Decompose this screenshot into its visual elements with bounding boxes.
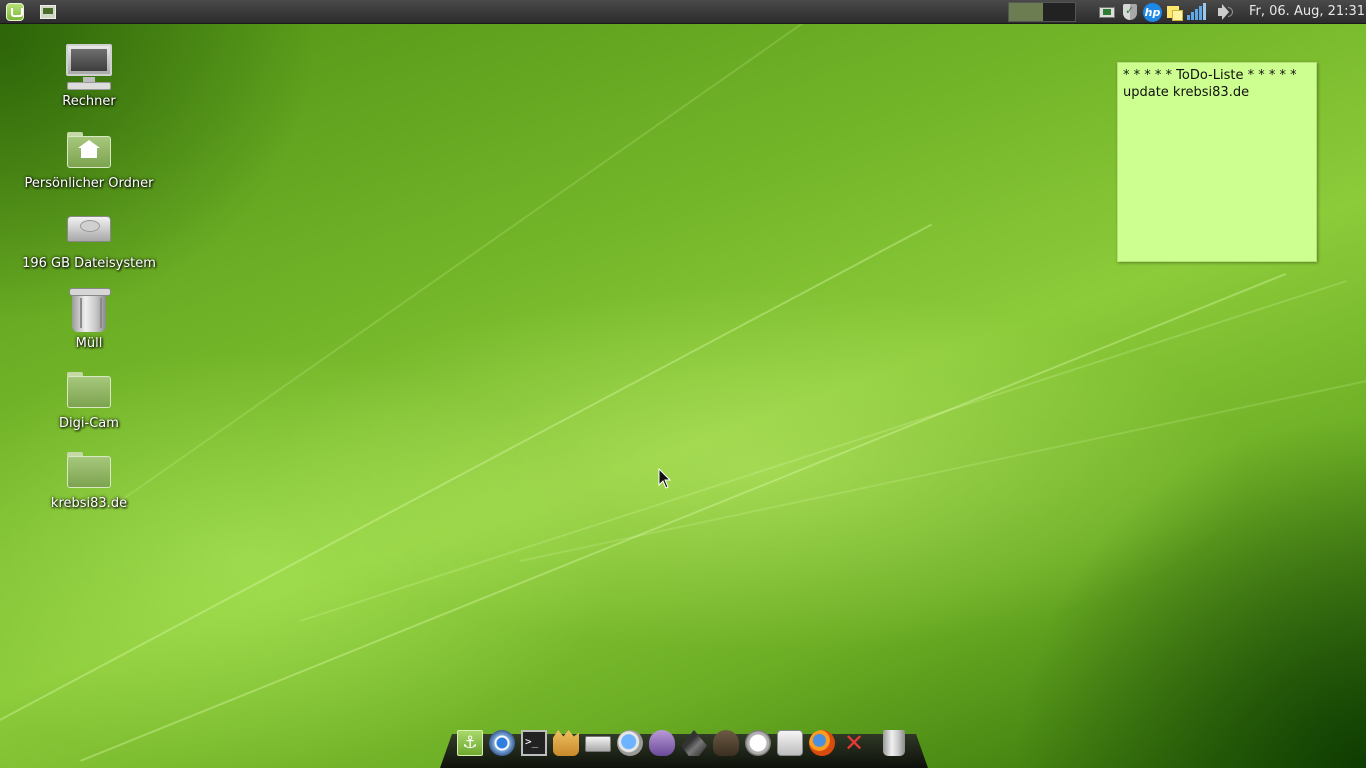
- desktop-icon-label: krebsi83.de: [50, 496, 128, 511]
- mint-logo-icon: [6, 3, 24, 21]
- desktop-icon-label: 196 GB Dateisystem: [22, 256, 156, 271]
- shield-icon[interactable]: [1121, 3, 1139, 21]
- hand-icon: [553, 730, 579, 756]
- signal-icon[interactable]: [1186, 3, 1206, 21]
- sticky-note-line: update krebsi83.de: [1123, 85, 1250, 100]
- dock-item-search[interactable]: [616, 730, 644, 756]
- dock-item-scanner[interactable]: [584, 730, 612, 756]
- dock-item-hand[interactable]: [552, 730, 580, 756]
- folder-icon: [65, 446, 113, 494]
- dock-item-pidgin[interactable]: [648, 730, 676, 756]
- clock-icon: [745, 730, 771, 756]
- terminal-icon: >_: [521, 730, 547, 756]
- firefox-icon: [809, 730, 835, 756]
- workspace-1[interactable]: [1009, 3, 1043, 21]
- desktop-icon-filesystem[interactable]: 196 GB Dateisystem: [14, 206, 164, 271]
- dock-item-clock[interactable]: [744, 730, 772, 756]
- hard-drive-icon: [65, 206, 113, 254]
- show-desktop-icon: [40, 5, 56, 19]
- desktop-icon-label: Müll: [75, 336, 103, 351]
- desktop-icon-computer[interactable]: Rechner: [14, 44, 164, 109]
- volume-icon[interactable]: [1216, 3, 1234, 21]
- wallpaper-streak: [300, 280, 1347, 622]
- time-tracker-icon: [777, 730, 803, 756]
- workspace-switcher[interactable]: [1008, 2, 1076, 22]
- desktop-icon-trash[interactable]: Müll: [14, 286, 164, 351]
- folder-icon: [65, 366, 113, 414]
- dock: ⚓ >_ ✕: [440, 730, 928, 768]
- search-icon: [617, 730, 643, 756]
- scanner-icon: [585, 736, 611, 752]
- mouse-cursor-icon: [658, 468, 672, 489]
- mint-menu-button[interactable]: [4, 2, 26, 22]
- hp-icon[interactable]: hp: [1143, 3, 1163, 22]
- computer-icon: [65, 44, 113, 92]
- dock-item-trash[interactable]: [880, 730, 908, 756]
- close-icon: ✕: [843, 729, 865, 757]
- pidgin-icon: [649, 730, 675, 756]
- clock[interactable]: Fr, 06. Aug, 21:31: [1249, 4, 1365, 19]
- sticky-notes-icon[interactable]: [1166, 3, 1184, 21]
- home-folder-icon: [65, 126, 113, 174]
- sticky-note[interactable]: * * * * * ToDo-Liste * * * * * update kr…: [1117, 62, 1317, 262]
- inkscape-icon: [681, 730, 707, 756]
- desktop-icon-label: Digi-Cam: [59, 416, 119, 431]
- dock-item-firefox[interactable]: [808, 730, 836, 756]
- wallpaper-streak: [80, 273, 1287, 762]
- dock-item-gimp[interactable]: [712, 730, 740, 756]
- anchor-icon: ⚓: [457, 730, 483, 756]
- desktop-icon-home[interactable]: Persönlicher Ordner: [14, 126, 164, 191]
- trash-icon: [883, 730, 905, 756]
- dock-item-anchor[interactable]: ⚓: [456, 730, 484, 756]
- network-icon[interactable]: [1098, 3, 1116, 21]
- dock-item-time-tracker[interactable]: [776, 730, 804, 756]
- desktop-icon-label: Persönlicher Ordner: [24, 176, 154, 191]
- dock-item-inkscape[interactable]: [680, 730, 708, 756]
- chromium-icon: [489, 730, 515, 756]
- desktop-icon-label: Rechner: [62, 94, 116, 109]
- show-desktop-button[interactable]: [37, 2, 59, 22]
- wallpaper-streak: [120, 0, 859, 502]
- trash-icon: [65, 286, 113, 334]
- sticky-note-title: * * * * * ToDo-Liste * * * * *: [1123, 68, 1297, 83]
- dock-item-close[interactable]: ✕: [840, 730, 868, 756]
- top-panel: hp Fr, 06. Aug, 21:31: [0, 0, 1366, 24]
- desktop-icon-krebsi83[interactable]: krebsi83.de: [14, 446, 164, 511]
- desktop-icon-digicam[interactable]: Digi-Cam: [14, 366, 164, 431]
- dock-item-chromium[interactable]: [488, 730, 516, 756]
- dock-item-terminal[interactable]: >_: [520, 730, 548, 756]
- gimp-icon: [713, 730, 739, 756]
- wallpaper-streak: [520, 372, 1366, 562]
